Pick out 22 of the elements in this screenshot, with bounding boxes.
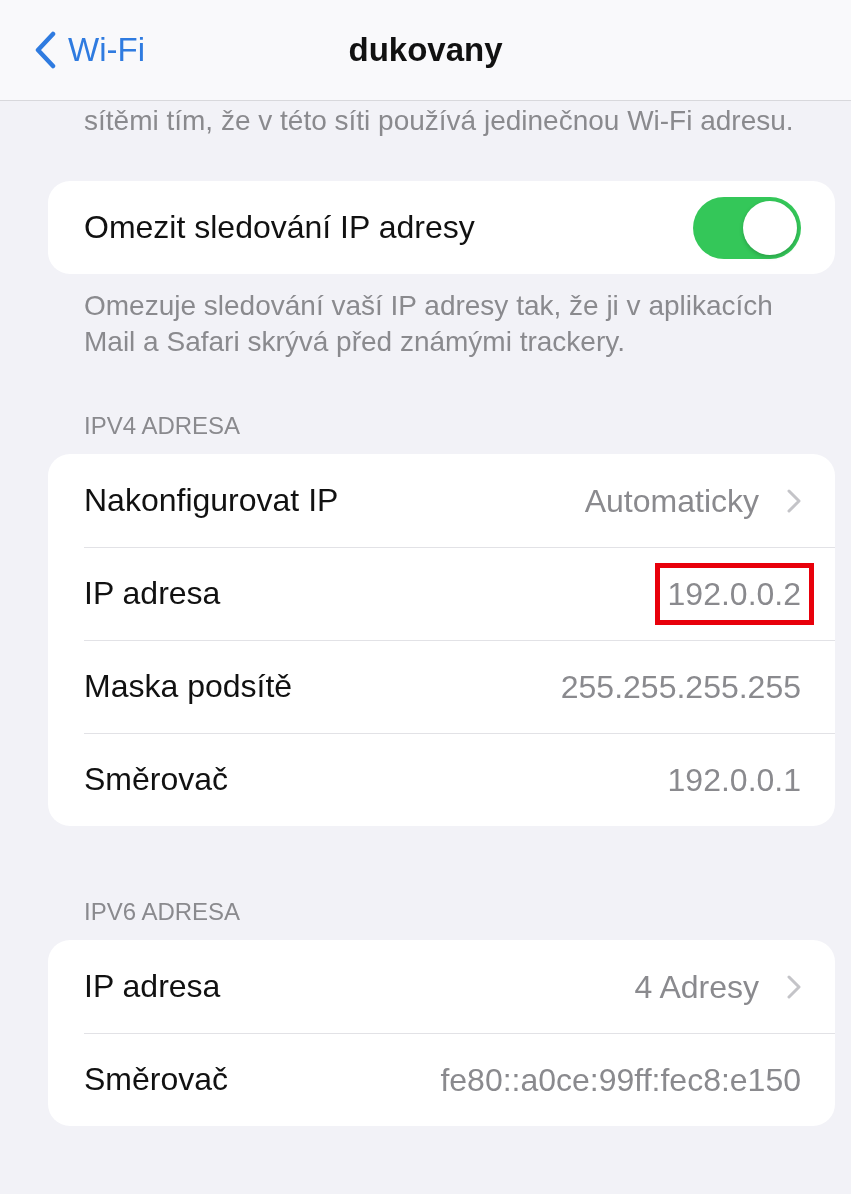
row-label: Maska podsítě bbox=[84, 668, 293, 705]
section-header: IPV6 ADRESA bbox=[83, 898, 242, 926]
chevron-icon bbox=[787, 488, 801, 513]
chevron-icon bbox=[787, 974, 801, 999]
row-value: Automaticky bbox=[583, 481, 760, 521]
row-label: Směrovač bbox=[84, 761, 229, 798]
nav-title: dukovany bbox=[347, 31, 504, 69]
row-value: fe80::a0ce:99ff:fec8:e150 bbox=[439, 1060, 802, 1100]
row-value: 255.255.255.255 bbox=[559, 667, 802, 707]
section-header: IPV4 ADRESA bbox=[83, 412, 242, 440]
row-value: 192.0.0.2 bbox=[654, 562, 814, 625]
row-label: IP adresa bbox=[84, 968, 221, 1005]
back-chevron-icon bbox=[34, 31, 56, 69]
row-value: 192.0.0.1 bbox=[666, 760, 802, 800]
description-text: Omezuje sledování vaší IP adresy tak, že ji v aplikacích Mail a Safari skrývá před známými trackery. bbox=[83, 289, 774, 359]
description-text: sítěmi tím, že v této síti používá jedinečnou Wi-Fi adresu. bbox=[83, 104, 795, 138]
row-label: Nakonfigurovat IP bbox=[84, 482, 339, 519]
setting-label: Omezit sledování IP adresy bbox=[84, 209, 475, 246]
row-value: 4 Adresy bbox=[633, 967, 760, 1007]
back-button[interactable]: Wi-Fi bbox=[34, 31, 145, 69]
row-label: Směrovač bbox=[84, 1061, 229, 1098]
row-label: IP adresa bbox=[84, 575, 221, 612]
